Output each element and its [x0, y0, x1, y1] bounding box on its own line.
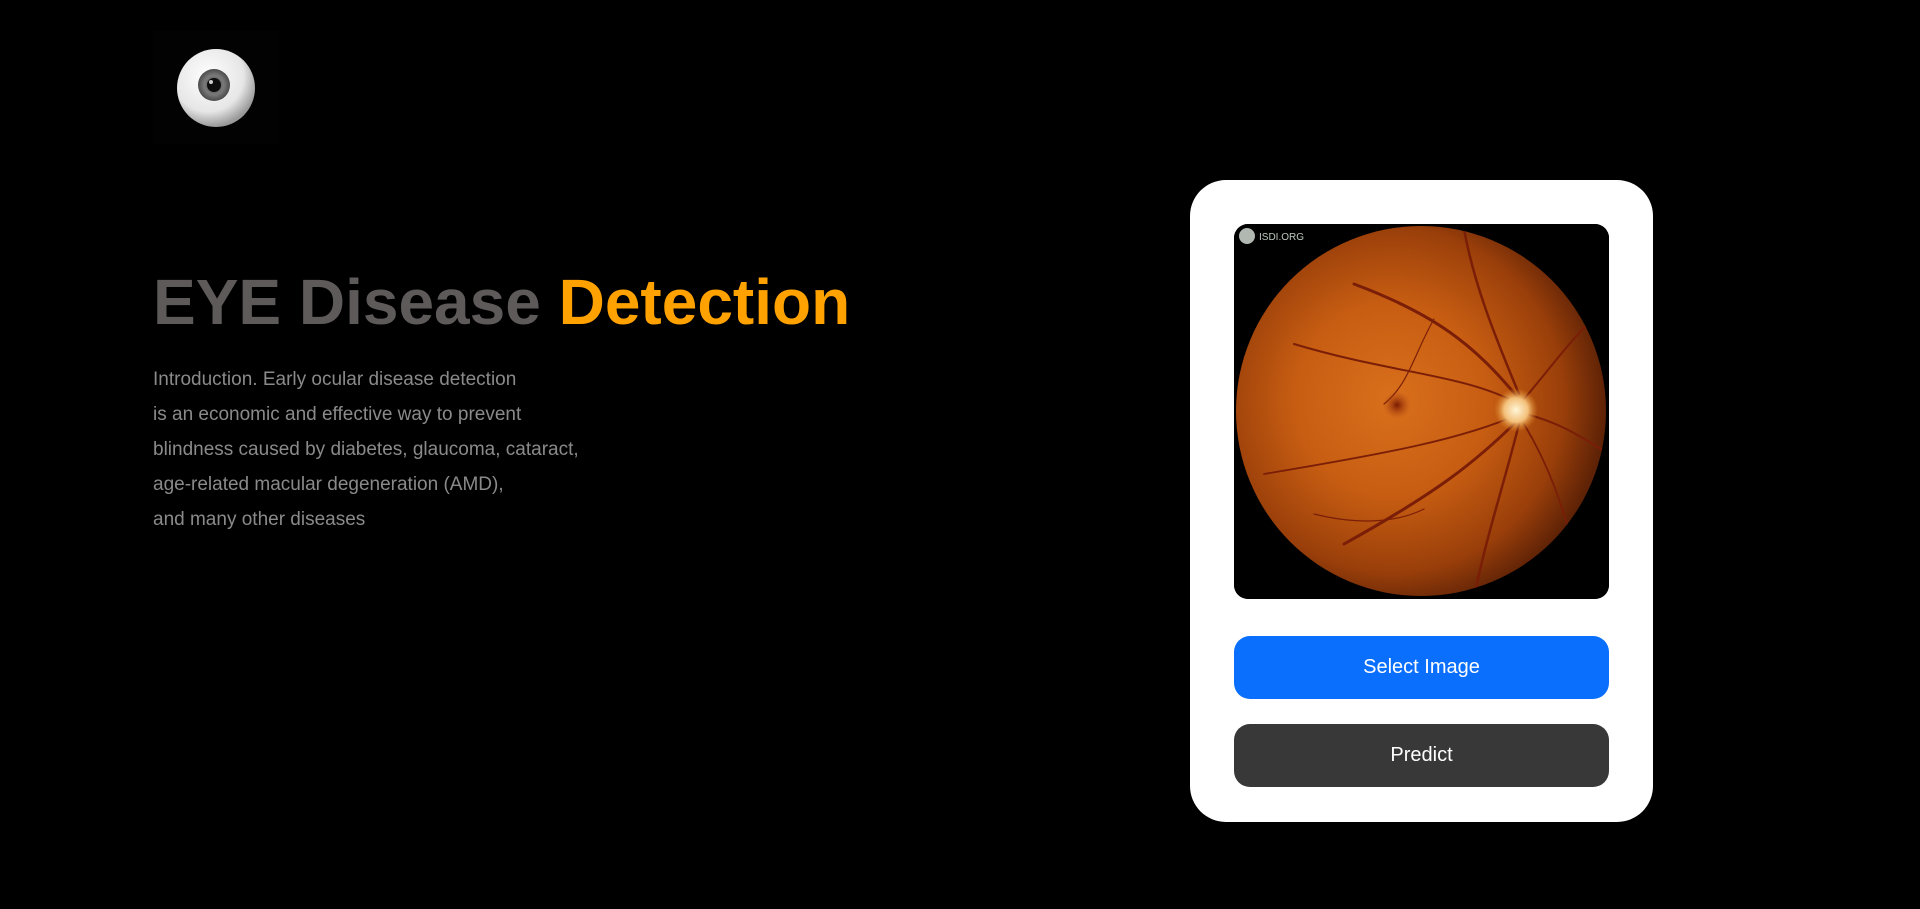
intro-line: blindness caused by diabetes, glaucoma, … — [153, 439, 579, 460]
page: EYE Disease Detection Introduction. Earl… — [0, 0, 1920, 909]
logo — [153, 31, 279, 144]
image-preview: ISDI.ORG — [1234, 224, 1609, 599]
watermark-text: ISDI.ORG — [1259, 232, 1304, 243]
predict-button[interactable]: Predict — [1234, 724, 1609, 787]
intro-line: and many other diseases — [153, 509, 366, 530]
title-part-accent: Detection — [558, 266, 851, 338]
intro-paragraph: Introduction. Early ocular disease detec… — [153, 362, 673, 537]
intro-line: Introduction. Early ocular disease detec… — [153, 369, 517, 390]
intro-line: is an economic and effective way to prev… — [153, 404, 522, 425]
page-title: EYE Disease Detection — [153, 262, 850, 342]
select-image-button[interactable]: Select Image — [1234, 636, 1609, 699]
upload-card: ISDI.ORG Select Image Predict — [1190, 180, 1653, 822]
eyeball-icon — [177, 48, 255, 127]
intro-line: age-related macular degeneration (AMD), — [153, 474, 504, 495]
retina-image: ISDI.ORG — [1234, 224, 1609, 599]
title-part-gray: EYE Disease — [153, 266, 541, 338]
